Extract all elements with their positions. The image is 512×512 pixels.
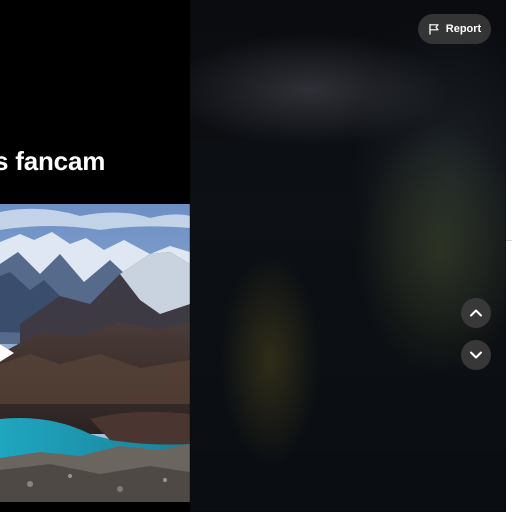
chevron-up-icon xyxy=(470,309,482,317)
play-icon[interactable] xyxy=(0,341,16,365)
chevron-down-icon xyxy=(470,351,482,359)
video-title: s fancam xyxy=(0,146,106,176)
video-info-panel: s fancam xyxy=(0,0,190,512)
report-button[interactable]: Report xyxy=(418,14,491,44)
page-edge-strip xyxy=(506,0,512,512)
previous-video-button[interactable] xyxy=(461,298,491,328)
report-label: Report xyxy=(445,23,482,35)
flag-icon xyxy=(429,23,439,35)
next-video-button[interactable] xyxy=(461,340,491,370)
blurred-video-background xyxy=(190,0,506,512)
video-thumbnail[interactable] xyxy=(0,204,190,502)
mountain-landscape-image xyxy=(0,204,190,502)
